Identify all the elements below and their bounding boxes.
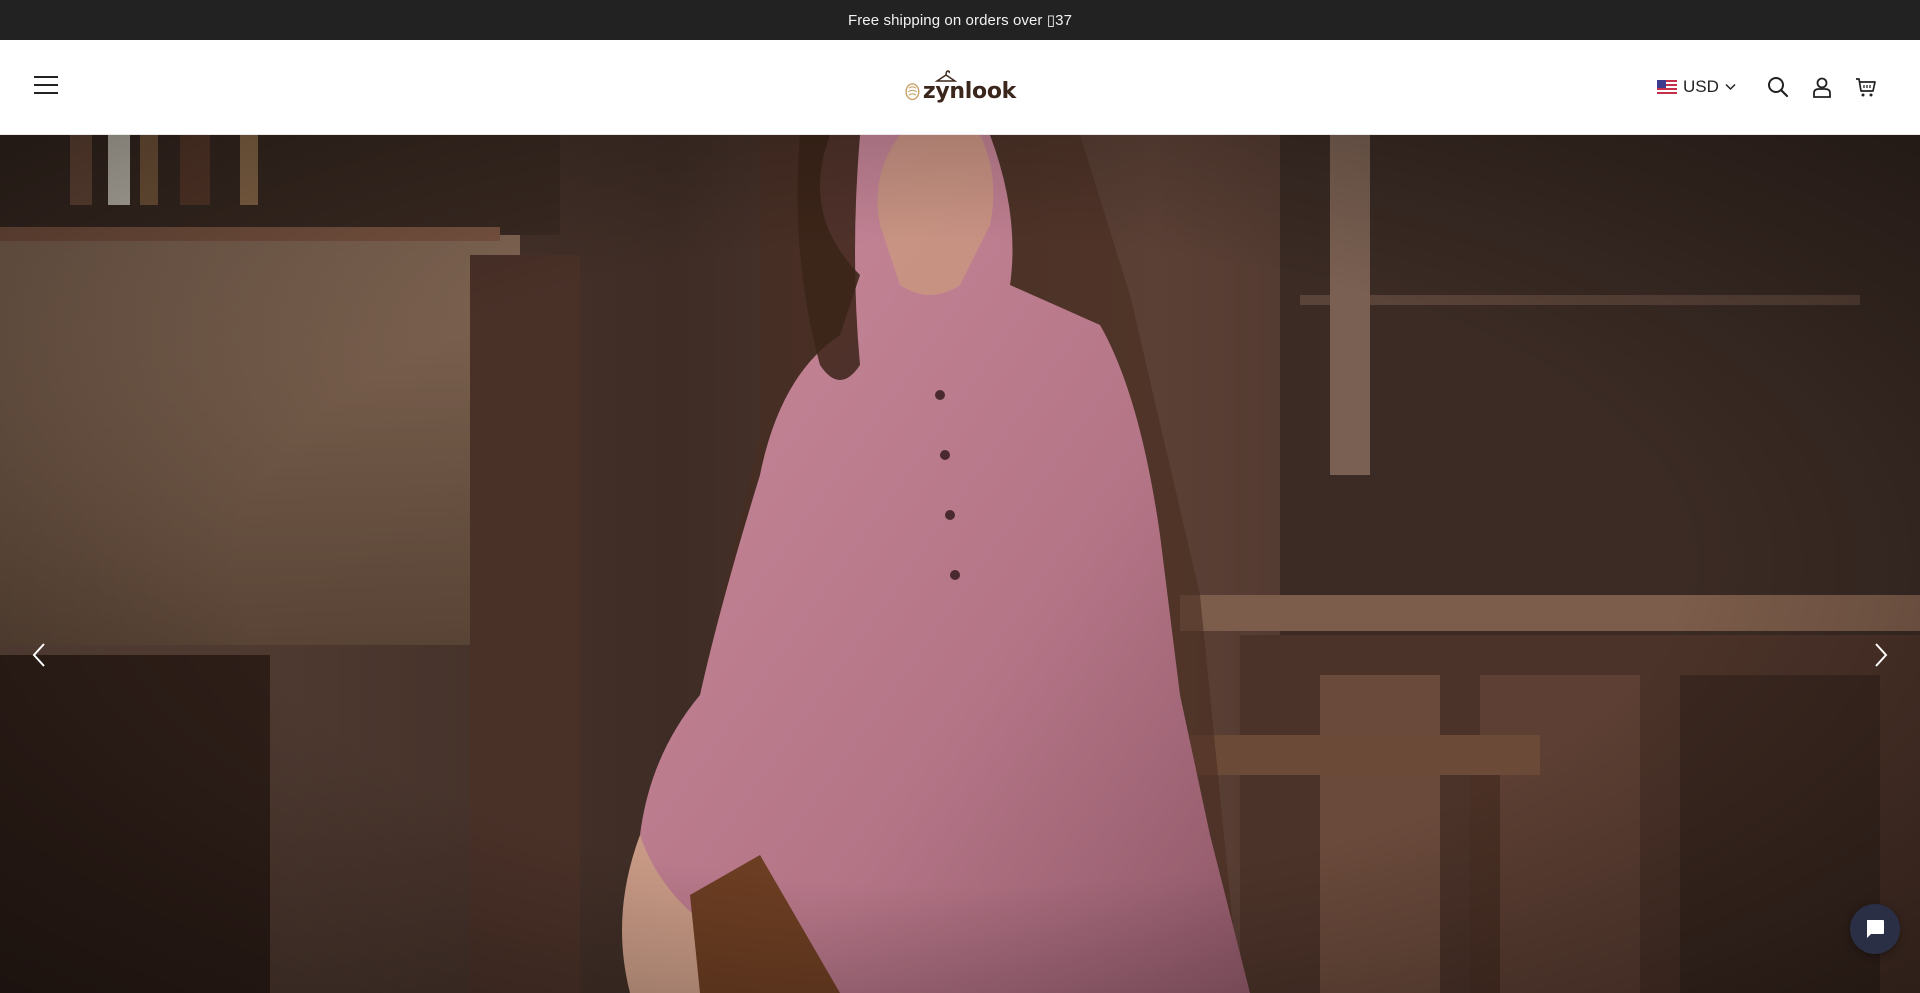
chevron-down-icon [1725,83,1736,91]
menu-icon[interactable] [34,76,60,96]
announcement-bar: Free shipping on orders over ▯37 [0,0,1920,40]
logo-emblem-icon [905,83,920,101]
hero-slider [0,135,1920,993]
chat-icon[interactable] [1850,904,1900,954]
logo-text: zynlook [922,78,1016,104]
us-flag-icon [1657,80,1677,94]
currency-code: USD [1683,77,1719,96]
logo[interactable]: zynlook [904,68,1016,108]
currency-selector[interactable]: USD [1657,77,1736,97]
account-icon[interactable] [1809,74,1835,100]
cart-icon[interactable] [1853,74,1879,100]
hero-image [0,135,1920,993]
announcement-text: Free shipping on orders over ▯37 [847,12,1073,29]
hanger-icon [935,70,957,82]
chevron-left-icon[interactable] [24,635,54,675]
chevron-right-icon[interactable] [1866,635,1896,675]
site-header: zynlook USD [0,40,1920,135]
search-icon[interactable] [1765,74,1791,100]
